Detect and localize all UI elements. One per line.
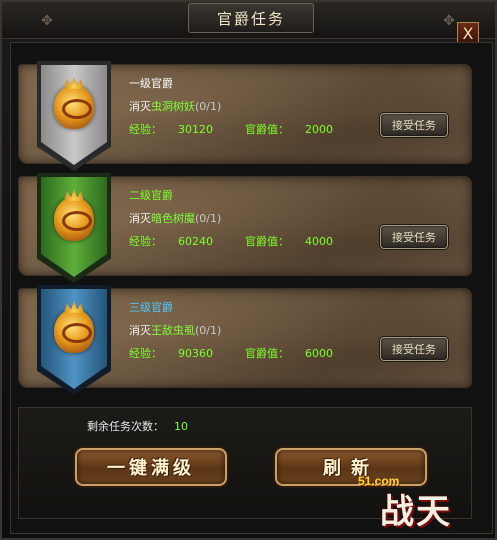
game-logo: 51.com 战天	[350, 462, 490, 532]
rank-emblem-icon	[54, 309, 94, 353]
quest-progress: (0/1)	[195, 100, 222, 113]
one-click-max-level-button[interactable]: 一键满级	[75, 448, 227, 486]
quest-target: 王敌虫虱	[151, 324, 195, 337]
rank-value: 6000	[305, 347, 333, 360]
quest-progress: (0/1)	[195, 324, 222, 337]
quest-card: 三级官爵 消灭王敌虫虱(0/1) 经验： 90360 官爵值： 6000 接受任务	[18, 285, 472, 395]
rank-banner	[37, 285, 111, 395]
exp-value: 30120	[178, 123, 213, 136]
quest-reward: 经验： 30120 官爵值： 2000	[129, 123, 333, 136]
quest-task: 消灭王敌虫虱(0/1)	[129, 324, 222, 337]
remaining-count: 剩余任务次数： 10	[87, 418, 188, 434]
quest-target: 虫洞树妖	[151, 100, 195, 113]
accept-quest-button[interactable]: 接受任务	[380, 113, 448, 137]
quest-card: 一级官爵 消灭虫洞树妖(0/1) 经验： 30120 官爵值： 2000 接受任务	[18, 61, 472, 171]
rivet-icon: ✥	[443, 13, 455, 29]
quest-task: 消灭虫洞树妖(0/1)	[129, 100, 222, 113]
quest-title: 二级官爵	[129, 189, 173, 202]
exp-value: 90360	[178, 347, 213, 360]
quest-target: 暗色树魔	[151, 212, 195, 225]
close-button[interactable]: X	[457, 22, 479, 44]
accept-quest-button[interactable]: 接受任务	[380, 225, 448, 249]
quest-task: 消灭暗色树魔(0/1)	[129, 212, 222, 225]
quest-window: ✥ ✥ 官爵任务 X 一级官爵 消灭虫洞树妖(0/1) 经验： 30120 官爵值：…	[0, 0, 497, 540]
rivet-icon: ✥	[41, 13, 53, 29]
game-logo-text: 战天	[380, 492, 452, 532]
rank-value: 4000	[305, 235, 333, 248]
quest-reward: 经验： 90360 官爵值： 6000	[129, 347, 333, 360]
quest-title: 一级官爵	[129, 77, 173, 90]
window-title-plate: 官爵任务	[188, 3, 314, 33]
quest-progress: (0/1)	[195, 212, 222, 225]
quest-title: 三级官爵	[129, 301, 173, 314]
accept-quest-button[interactable]: 接受任务	[380, 337, 448, 361]
rank-emblem-icon	[54, 197, 94, 241]
quest-card: 二级官爵 消灭暗色树魔(0/1) 经验： 60240 官爵值： 4000 接受任务	[18, 173, 472, 283]
window-title: 官爵任务	[216, 9, 285, 28]
rank-value: 2000	[305, 123, 333, 136]
quest-reward: 经验： 60240 官爵值： 4000	[129, 235, 333, 248]
title-bar[interactable]: ✥ ✥ 官爵任务	[2, 2, 495, 39]
remaining-label: 剩余任务次数：	[87, 420, 164, 433]
rank-banner	[37, 173, 111, 283]
rank-emblem-icon	[54, 85, 94, 129]
rank-banner	[37, 61, 111, 171]
remaining-value: 10	[174, 420, 188, 433]
exp-value: 60240	[178, 235, 213, 248]
